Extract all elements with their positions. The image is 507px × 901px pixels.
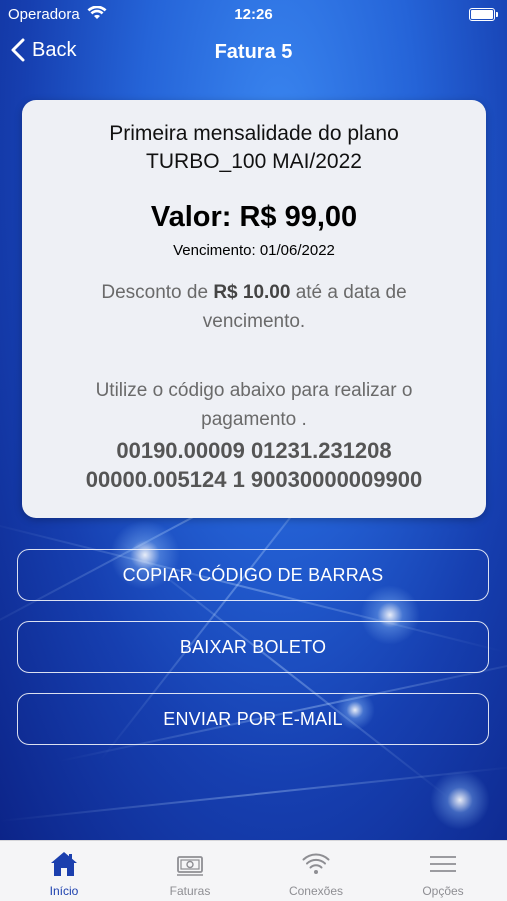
discount-amount: R$ 10.00 bbox=[213, 282, 291, 303]
home-icon bbox=[51, 852, 77, 876]
tab-inicio[interactable]: Início bbox=[1, 841, 127, 901]
wifi-icon bbox=[302, 853, 330, 874]
tab-opcoes[interactable]: Opções bbox=[380, 841, 506, 901]
send-email-button[interactable]: ENVIAR POR E-MAIL bbox=[17, 693, 489, 745]
plan-description: Primeira mensalidade do plano TURBO_100 … bbox=[22, 120, 486, 176]
invoice-card: Primeira mensalidade do plano TURBO_100 … bbox=[22, 100, 486, 518]
tab-label: Conexões bbox=[288, 884, 344, 898]
barcode-number: 00190.00009 01231.231208 00000.005124 1 … bbox=[22, 436, 486, 494]
plan-line-1: Primeira mensalidade do plano bbox=[109, 122, 399, 145]
invoice-amount: Valor: R$ 99,00 bbox=[150, 201, 358, 233]
battery-icon bbox=[469, 8, 498, 21]
plan-line-2: TURBO_100 MAI/2022 bbox=[146, 150, 362, 173]
page-title: Fatura 5 bbox=[214, 41, 293, 63]
tab-label: Opções bbox=[422, 884, 464, 898]
download-boleto-button[interactable]: BAIXAR BOLETO bbox=[17, 621, 489, 673]
bill-icon bbox=[177, 856, 203, 876]
status-bar: Operadora 12:26 bbox=[0, 0, 507, 30]
tab-bar: Início Faturas Conexões Opções bbox=[0, 840, 507, 901]
barcode-line-2: 00000.005124 1 90030000009900 bbox=[85, 467, 423, 492]
clock: 12:26 bbox=[234, 6, 273, 23]
tab-conexoes[interactable]: Conexões bbox=[253, 841, 379, 901]
discount-text: Desconto de R$ 10.00 até a data de venci… bbox=[62, 278, 446, 336]
payment-instructions: Utilize o código abaixo para realizar o … bbox=[95, 380, 413, 430]
discount-prefix: Desconto de bbox=[101, 282, 214, 303]
barcode-line-1: 00190.00009 01231.231208 bbox=[116, 438, 392, 463]
tab-label: Faturas bbox=[169, 884, 211, 898]
tab-label: Início bbox=[49, 884, 79, 898]
navigation-bar: Back Fatura 5 bbox=[0, 30, 507, 74]
menu-icon bbox=[430, 856, 456, 872]
due-date: Vencimento: 01/06/2022 bbox=[173, 242, 335, 259]
tab-faturas[interactable]: Faturas bbox=[127, 841, 253, 901]
copy-barcode-button[interactable]: COPIAR CÓDIGO DE BARRAS bbox=[17, 549, 489, 601]
